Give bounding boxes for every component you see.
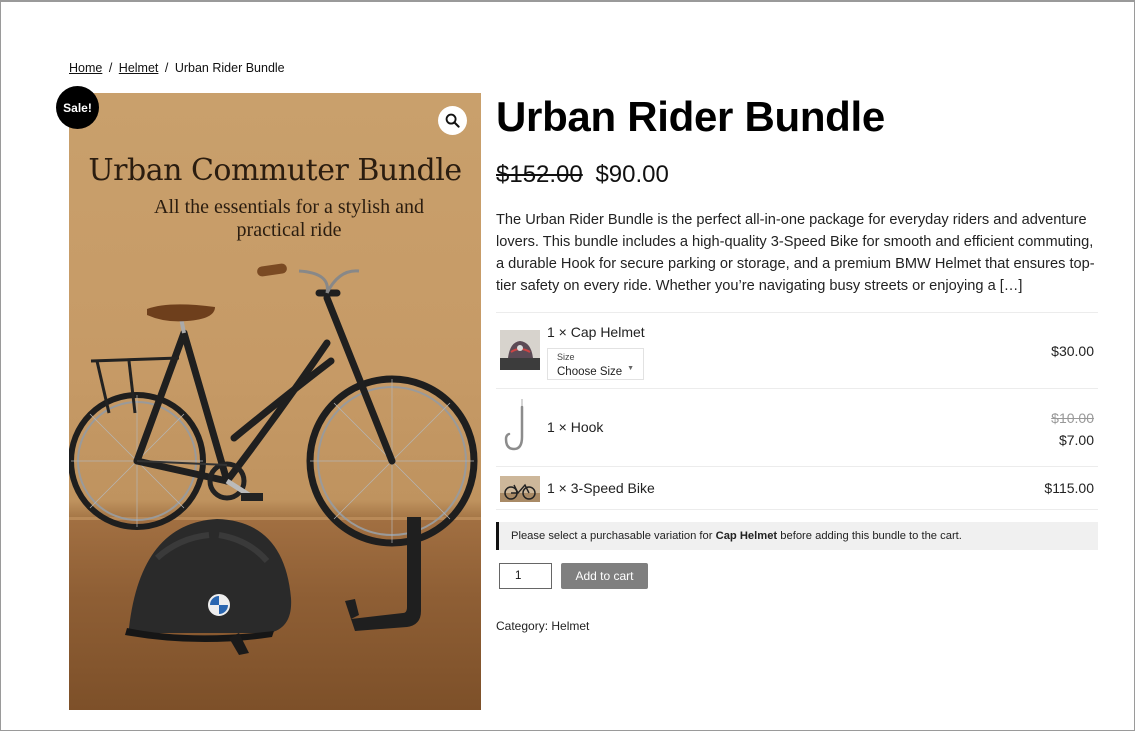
regular-price: $152.00	[496, 161, 583, 188]
notice-product-name: Cap Helmet	[715, 530, 778, 542]
chevron-down-icon: ▼	[627, 365, 634, 372]
zoom-button[interactable]	[438, 106, 467, 135]
product-price: $152.00 $90.00	[496, 161, 669, 189]
bundle-item-name: 1 × 3-Speed Bike	[547, 480, 655, 496]
bike-illustration	[69, 263, 478, 655]
bundle-item-name: 1 × Cap Helmet	[547, 324, 645, 340]
variation-notice: Please select a purchasable variation fo…	[496, 522, 1098, 550]
bundle-items: 1 × Cap Helmet Size Choose Size ▼ $30.00…	[496, 312, 1098, 510]
bike-thumbnail[interactable]	[500, 476, 540, 502]
bundle-item-price: $115.00	[1044, 480, 1094, 496]
breadcrumb-home-link[interactable]: Home	[69, 61, 102, 75]
sale-badge: Sale!	[56, 86, 99, 129]
product-image[interactable]: Urban Commuter Bundle All the essentials…	[69, 93, 481, 710]
bundle-item-price: $10.00 $7.00	[1051, 407, 1094, 451]
cap-helmet-thumbnail[interactable]	[500, 330, 540, 370]
product-title: Urban Rider Bundle	[496, 93, 885, 140]
product-description: The Urban Rider Bundle is the perfect al…	[496, 212, 1095, 294]
hook-thumbnail[interactable]	[500, 397, 540, 457]
size-select-value: Choose Size	[557, 366, 623, 378]
bundle-item-sale-price: $7.00	[1058, 432, 1094, 448]
size-select[interactable]: Size Choose Size ▼	[547, 348, 644, 380]
notice-text-suffix: before adding this bundle to the cart.	[780, 530, 962, 542]
sale-price: $90.00	[595, 161, 669, 188]
bundle-item-3-speed-bike: 1 × 3-Speed Bike $115.00	[496, 466, 1098, 510]
add-to-cart-button[interactable]: Add to cart	[561, 563, 648, 589]
breadcrumb-current: Urban Rider Bundle	[174, 61, 285, 75]
bundle-item-regular-price: $10.00	[1051, 410, 1094, 426]
bundle-item-name: 1 × Hook	[547, 419, 604, 435]
category-label: Category:	[496, 619, 549, 633]
product-category: Category: Helmet	[496, 619, 589, 633]
quantity-input[interactable]: 1	[499, 563, 552, 589]
breadcrumb-separator: /	[164, 61, 169, 75]
breadcrumb-category-link[interactable]: Helmet	[119, 61, 159, 75]
breadcrumb: Home / Helmet / Urban Rider Bundle	[69, 61, 285, 75]
breadcrumb-separator: /	[108, 61, 113, 75]
bundle-item-cap-helmet: 1 × Cap Helmet Size Choose Size ▼ $30.00	[496, 312, 1098, 388]
bundle-item-hook: 1 × Hook $10.00 $7.00	[496, 388, 1098, 466]
size-select-label: Size	[557, 352, 575, 362]
bundle-item-price: $30.00	[1051, 343, 1094, 359]
magnifier-icon	[445, 113, 460, 128]
category-link[interactable]: Helmet	[551, 619, 589, 633]
notice-text-prefix: Please select a purchasable variation fo…	[511, 530, 713, 542]
